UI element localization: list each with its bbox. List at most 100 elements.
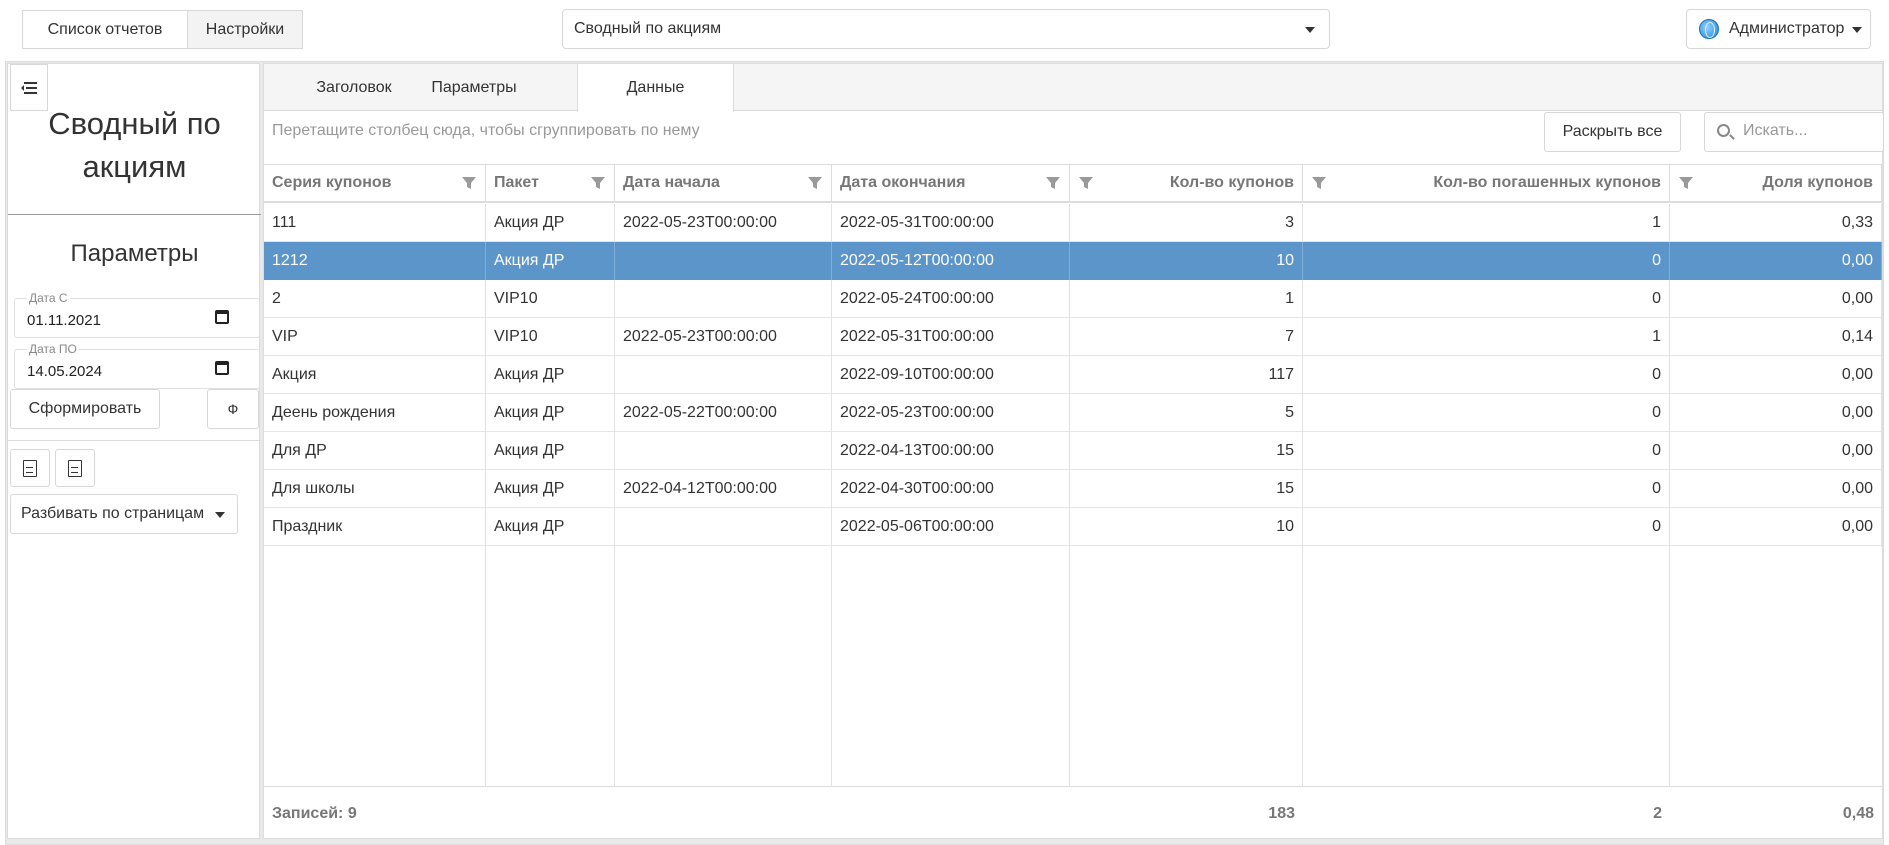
column-header-label: Серия купонов bbox=[272, 174, 392, 191]
cell-end-date: 2022-05-23T00:00:00 bbox=[832, 394, 1070, 432]
cell-share: 0,33 bbox=[1670, 204, 1882, 242]
chevron-down-icon bbox=[1305, 27, 1315, 33]
date-from-field[interactable]: Дата С 01.11.2021 bbox=[14, 291, 260, 338]
export-doc-button[interactable] bbox=[55, 449, 95, 487]
cell-series: Для школы bbox=[264, 470, 486, 508]
column-header-redeemed[interactable]: Кол-во погашенных купонов bbox=[1303, 164, 1670, 203]
menu-collapse-icon bbox=[21, 81, 37, 94]
top-bar: Список отчетов Настройки Сводный по акци… bbox=[0, 0, 1889, 60]
filter-funnel-icon[interactable] bbox=[1678, 175, 1694, 191]
cell-coupons: 15 bbox=[1070, 432, 1303, 470]
user-name: Администратор bbox=[1729, 20, 1845, 37]
column-header-share[interactable]: Доля купонов bbox=[1670, 164, 1882, 203]
cell-start-date bbox=[615, 280, 832, 318]
cell-start-date: 2022-04-12T00:00:00 bbox=[615, 470, 832, 508]
cell-start-date: 2022-05-23T00:00:00 bbox=[615, 318, 832, 356]
cell-start-date: 2022-05-22T00:00:00 bbox=[615, 394, 832, 432]
cell-package: Акция ДР bbox=[486, 394, 615, 432]
chevron-down-icon bbox=[1852, 27, 1862, 33]
cell-package: VIP10 bbox=[486, 318, 615, 356]
calendar-icon[interactable] bbox=[215, 361, 229, 375]
table-row[interactable]: Для школы Акция ДР 2022-04-12T00:00:00 2022… bbox=[264, 470, 1882, 508]
cell-end-date: 2022-04-30T00:00:00 bbox=[832, 470, 1070, 508]
table-row[interactable]: 1212 Акция ДР 2022-05-12T00:00:00 10 0 0,00 bbox=[264, 242, 1882, 280]
cell-series: 111 bbox=[264, 204, 486, 242]
cell-end-date: 2022-05-24T00:00:00 bbox=[832, 280, 1070, 318]
table-row[interactable]: Акция Акция ДР 2022-09-10T00:00:00 117 0 0,00 bbox=[264, 356, 1882, 394]
cell-redeemed: 0 bbox=[1303, 394, 1670, 432]
cell-end-date: 2022-04-13T00:00:00 bbox=[832, 432, 1070, 470]
table-row[interactable]: 2 VIP10 2022-05-24T00:00:00 1 0 0,00 bbox=[264, 280, 1882, 318]
cell-share: 0,00 bbox=[1670, 356, 1882, 394]
table-row[interactable]: Праздник Акция ДР 2022-05-06T00:00:00 10 0 0,… bbox=[264, 508, 1882, 546]
cell-series: Акция bbox=[264, 356, 486, 394]
column-header-label: Пакет bbox=[494, 174, 539, 191]
document-icon bbox=[68, 459, 82, 477]
nav-group: Список отчетов Настройки bbox=[22, 10, 303, 49]
filter-funnel-icon[interactable] bbox=[590, 175, 606, 191]
table-row[interactable]: Деень рождения Акция ДР 2022-05-22T00:00:0… bbox=[264, 394, 1882, 432]
cell-start-date bbox=[615, 432, 832, 470]
column-header-series[interactable]: Серия купонов bbox=[264, 164, 486, 203]
content-panel: Заголовок Параметры Данные Перетащите ст… bbox=[263, 63, 1884, 840]
filter-funnel-icon[interactable] bbox=[1078, 175, 1094, 191]
column-separator bbox=[1669, 546, 1670, 786]
filter-funnel-icon[interactable] bbox=[1311, 175, 1327, 191]
search-icon bbox=[1717, 124, 1730, 137]
report-select[interactable]: Сводный по акциям bbox=[562, 9, 1330, 49]
divider bbox=[8, 440, 261, 441]
total-coupons: 183 bbox=[1268, 805, 1295, 822]
calendar-icon[interactable] bbox=[215, 310, 229, 324]
column-header-start-date[interactable]: Дата начала bbox=[615, 164, 832, 203]
column-header-package[interactable]: Пакет bbox=[486, 164, 615, 203]
filter-funnel-icon[interactable] bbox=[807, 175, 823, 191]
report-select-value: Сводный по акциям bbox=[574, 20, 722, 37]
paging-label: Разбивать по страницам bbox=[21, 505, 205, 522]
cell-coupons: 10 bbox=[1070, 242, 1303, 280]
nav-settings-button[interactable]: Настройки bbox=[188, 10, 303, 49]
column-header-coupons[interactable]: Кол-во купонов bbox=[1070, 164, 1303, 203]
cell-end-date: 2022-05-12T00:00:00 bbox=[832, 242, 1070, 280]
user-menu-button[interactable]: Администратор bbox=[1686, 9, 1871, 49]
export-xlsx-button[interactable] bbox=[10, 449, 50, 487]
column-separator bbox=[1302, 546, 1303, 786]
report-title: Сводный по акциям bbox=[48, 106, 221, 184]
cell-start-date: 2022-05-23T00:00:00 bbox=[615, 204, 832, 242]
table-row[interactable]: VIP VIP10 2022-05-23T00:00:00 2022-05-31T00… bbox=[264, 318, 1882, 356]
column-separator bbox=[831, 546, 832, 786]
column-separator bbox=[1069, 546, 1070, 786]
cell-start-date bbox=[615, 508, 832, 546]
table-row[interactable]: 111 Акция ДР 2022-05-23T00:00:00 2022-05-31… bbox=[264, 204, 1882, 242]
cell-end-date: 2022-09-10T00:00:00 bbox=[832, 356, 1070, 394]
group-panel-hint[interactable]: Перетащите столбец сюда, чтобы сгруппиро… bbox=[272, 122, 700, 140]
cell-end-date: 2022-05-31T00:00:00 bbox=[832, 204, 1070, 242]
nav-reports-button[interactable]: Список отчетов bbox=[22, 10, 188, 49]
cell-share: 0,00 bbox=[1670, 470, 1882, 508]
expand-all-button[interactable]: Раскрыть все bbox=[1544, 112, 1681, 152]
filter-funnel-icon[interactable] bbox=[1045, 175, 1061, 191]
cell-coupons: 5 bbox=[1070, 394, 1303, 432]
total-share: 0,48 bbox=[1842, 805, 1874, 822]
generate-report-button[interactable]: Сформировать bbox=[10, 389, 160, 429]
paging-dropdown[interactable]: Разбивать по страницам bbox=[10, 494, 238, 534]
filter-funnel-icon[interactable] bbox=[461, 175, 477, 191]
tab-parameters[interactable]: Параметры bbox=[414, 64, 534, 111]
cell-share: 0,00 bbox=[1670, 280, 1882, 318]
total-redeemed: 2 bbox=[1653, 805, 1662, 822]
cell-package: Акция ДР bbox=[486, 356, 615, 394]
date-to-field[interactable]: Дата ПО 14.05.2024 bbox=[14, 342, 260, 389]
records-count: Записей: 9 bbox=[272, 805, 357, 822]
cell-start-date bbox=[615, 242, 832, 280]
tab-data[interactable]: Данные bbox=[577, 64, 734, 112]
xlsx-file-icon bbox=[23, 459, 37, 477]
tab-header[interactable]: Заголовок bbox=[294, 64, 414, 111]
cell-redeemed: 0 bbox=[1303, 356, 1670, 394]
table-row[interactable]: Для ДР Акция ДР 2022-04-13T00:00:00 15 0 0,00 bbox=[264, 432, 1882, 470]
search-box[interactable] bbox=[1704, 112, 1884, 152]
phi-button[interactable]: Ф bbox=[207, 389, 259, 429]
cell-share: 0,00 bbox=[1670, 394, 1882, 432]
data-grid: Серия купонов Пакет Дата начала Дата оконча… bbox=[264, 164, 1882, 840]
chevron-down-icon bbox=[215, 512, 225, 518]
column-header-end-date[interactable]: Дата окончания bbox=[832, 164, 1070, 203]
search-input[interactable] bbox=[1743, 122, 1873, 140]
